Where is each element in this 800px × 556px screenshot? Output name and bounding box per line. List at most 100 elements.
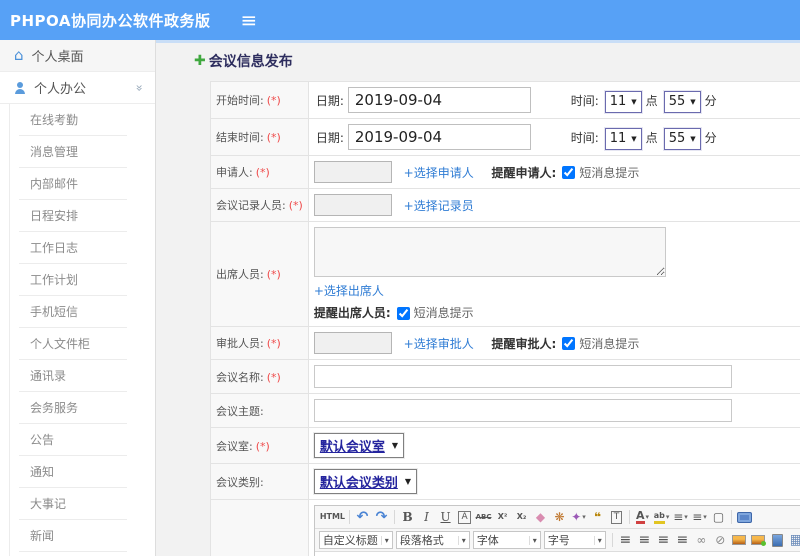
glyph: ≡ xyxy=(657,532,670,548)
sidebar-item-messages[interactable]: 消息管理 xyxy=(19,136,127,168)
sidebar-item-meeting-service[interactable]: 会务服务 xyxy=(19,392,127,424)
bold-icon[interactable]: B xyxy=(399,509,416,526)
sidebar-item-contacts[interactable]: 通讯录 xyxy=(19,360,127,392)
insert-image-icon[interactable] xyxy=(731,532,748,549)
glyph xyxy=(737,511,753,523)
sidebar-item-notice[interactable]: 通知 xyxy=(19,456,127,488)
sidebar-item-news[interactable]: 新闻 xyxy=(19,520,127,552)
fullscreen-icon[interactable] xyxy=(736,509,753,526)
strikethrough-icon[interactable]: ABC xyxy=(475,509,492,526)
sidebar-item-e-journal[interactable]: 电子期刊 xyxy=(19,552,127,556)
required-marker: (*) xyxy=(266,94,281,107)
end-minute-select[interactable]: 55 ▼ xyxy=(663,127,701,150)
field-label: 出席人员: xyxy=(216,268,264,281)
eraser-icon[interactable]: ◆ xyxy=(532,509,549,526)
meeting-topic-input[interactable] xyxy=(313,399,732,422)
sidebar-item-attendance[interactable]: 在线考勤 xyxy=(19,104,127,136)
insert-image-upload-icon[interactable] xyxy=(750,532,767,549)
glyph: ≡ xyxy=(676,532,689,548)
new-page-icon[interactable]: ▢ xyxy=(710,509,727,526)
sidebar-item-label: 通讯录 xyxy=(30,369,67,383)
custom-title-select[interactable]: 自定义标题 xyxy=(318,531,393,549)
superscript-icon[interactable]: X² xyxy=(494,509,511,526)
font-size-select[interactable]: 字号 xyxy=(543,531,606,549)
end-date-input[interactable] xyxy=(347,124,531,150)
insert-table-icon[interactable]: ▦ xyxy=(788,532,800,549)
format-painter-icon[interactable]: ✦ xyxy=(570,509,587,526)
toolbar-separator xyxy=(394,510,396,524)
select-arrow-icon: ▼ xyxy=(631,97,637,106)
glyph xyxy=(771,533,783,547)
form-row-meeting-category: 会议类别: 默认会议类别 ▼ xyxy=(210,463,800,500)
meeting-room-select[interactable]: 默认会议室 ▼ xyxy=(313,433,404,458)
recorder-input[interactable] xyxy=(313,194,392,216)
align-center-icon[interactable]: ≡ xyxy=(636,532,653,549)
hamburger-menu-icon[interactable]: ≡ xyxy=(241,10,258,30)
approver-sms-checkbox[interactable] xyxy=(562,337,576,350)
blockquote-icon[interactable]: ❝ xyxy=(589,509,606,526)
font-color-icon[interactable]: A xyxy=(634,509,651,526)
minute-unit-label: 分 xyxy=(704,131,717,145)
date-label: 日期: xyxy=(315,94,344,108)
select-recorder-link[interactable]: +选择记录员 xyxy=(404,199,474,213)
select-attendees-link[interactable]: +选择出席人 xyxy=(314,284,384,298)
start-date-input[interactable] xyxy=(347,87,531,113)
field-label: 会议主题: xyxy=(216,404,264,418)
remind-attendees-label: 提醒出席人员: xyxy=(313,306,391,320)
select-applicant-link[interactable]: +选择申请人 xyxy=(404,166,474,180)
align-left-icon[interactable]: ≡ xyxy=(617,532,634,549)
unordered-list-icon[interactable]: ≡ xyxy=(691,509,708,526)
paragraph-format-select[interactable]: 段落格式 xyxy=(395,531,470,549)
app-title: PHPOA协同办公软件政务版 xyxy=(10,11,211,30)
insert-media-icon[interactable] xyxy=(769,532,786,549)
attendees-textarea[interactable] xyxy=(313,227,666,277)
start-minute-select[interactable]: 55 ▼ xyxy=(663,90,701,113)
align-right-icon[interactable]: ≡ xyxy=(655,532,672,549)
home-icon: ⌂ xyxy=(14,46,24,64)
font-family-select[interactable]: 字体 xyxy=(472,531,541,549)
sidebar-item-label: 内部邮件 xyxy=(30,177,79,191)
sidebar-item-events[interactable]: 大事记 xyxy=(19,488,127,520)
glyph: ❝ xyxy=(594,510,602,524)
editor-toolbar-row2: 自定义标题 段落格式 字体 字号 ≡ ≡ ≡ ≡ ∞ ⊘ ▦ xyxy=(314,529,800,552)
meeting-name-input[interactable] xyxy=(313,365,732,388)
paste-icon[interactable]: T xyxy=(608,509,625,526)
applicant-sms-checkbox[interactable] xyxy=(562,166,576,179)
sidebar-item-desktop[interactable]: ⌂ 个人桌面 xyxy=(0,40,155,72)
redo-icon[interactable]: ↷ xyxy=(373,509,390,526)
attendees-sms-checkbox[interactable] xyxy=(396,306,410,320)
sidebar-item-work-plan[interactable]: 工作计划 xyxy=(19,264,127,296)
meeting-form-table: 开始时间:(*) 日期: 时间:11▼点55▼分 结束时间:(*) 日期: 时间… xyxy=(210,81,800,556)
meeting-category-select[interactable]: 默认会议类别 ▼ xyxy=(313,469,417,494)
applicant-input[interactable] xyxy=(313,161,392,183)
sidebar-item-sms[interactable]: 手机短信 xyxy=(19,296,127,328)
person-icon xyxy=(14,81,26,94)
underline-icon[interactable]: U xyxy=(437,509,454,526)
select-approver-link[interactable]: +选择审批人 xyxy=(404,337,474,351)
unlink-icon[interactable]: ⊘ xyxy=(712,532,729,549)
end-hour-select[interactable]: 11 ▼ xyxy=(604,127,642,150)
sidebar-item-mail[interactable]: 内部邮件 xyxy=(19,168,127,200)
ordered-list-icon[interactable]: ≡ xyxy=(672,509,689,526)
clean-format-icon[interactable]: ❋ xyxy=(551,509,568,526)
char-border-icon[interactable]: A xyxy=(456,509,473,526)
italic-icon[interactable]: I xyxy=(418,509,435,526)
start-hour-select[interactable]: 11 ▼ xyxy=(604,90,642,113)
sidebar-item-schedule[interactable]: 日程安排 xyxy=(19,200,127,232)
minute-value: 55 xyxy=(668,94,686,109)
sidebar-item-file-cabinet[interactable]: 个人文件柜 xyxy=(19,328,127,360)
sidebar-item-office[interactable]: 个人办公 » xyxy=(0,72,155,104)
link-icon[interactable]: ∞ xyxy=(693,532,710,549)
subscript-icon[interactable]: X₂ xyxy=(513,509,530,526)
approver-input[interactable] xyxy=(313,332,392,354)
sidebar-item-announcement[interactable]: 公告 xyxy=(19,424,127,456)
sidebar-item-work-log[interactable]: 工作日志 xyxy=(19,232,127,264)
form-row-meeting-name: 会议名称: (*) xyxy=(210,359,800,394)
glyph: B xyxy=(402,510,413,524)
field-label: 会议名称: xyxy=(216,370,264,384)
align-justify-icon[interactable]: ≡ xyxy=(674,532,691,549)
html-source-icon[interactable]: HTML xyxy=(320,509,345,526)
highlight-icon[interactable]: ab xyxy=(653,509,670,526)
undo-icon[interactable]: ↶ xyxy=(354,509,371,526)
editor-content-area[interactable] xyxy=(314,552,800,556)
